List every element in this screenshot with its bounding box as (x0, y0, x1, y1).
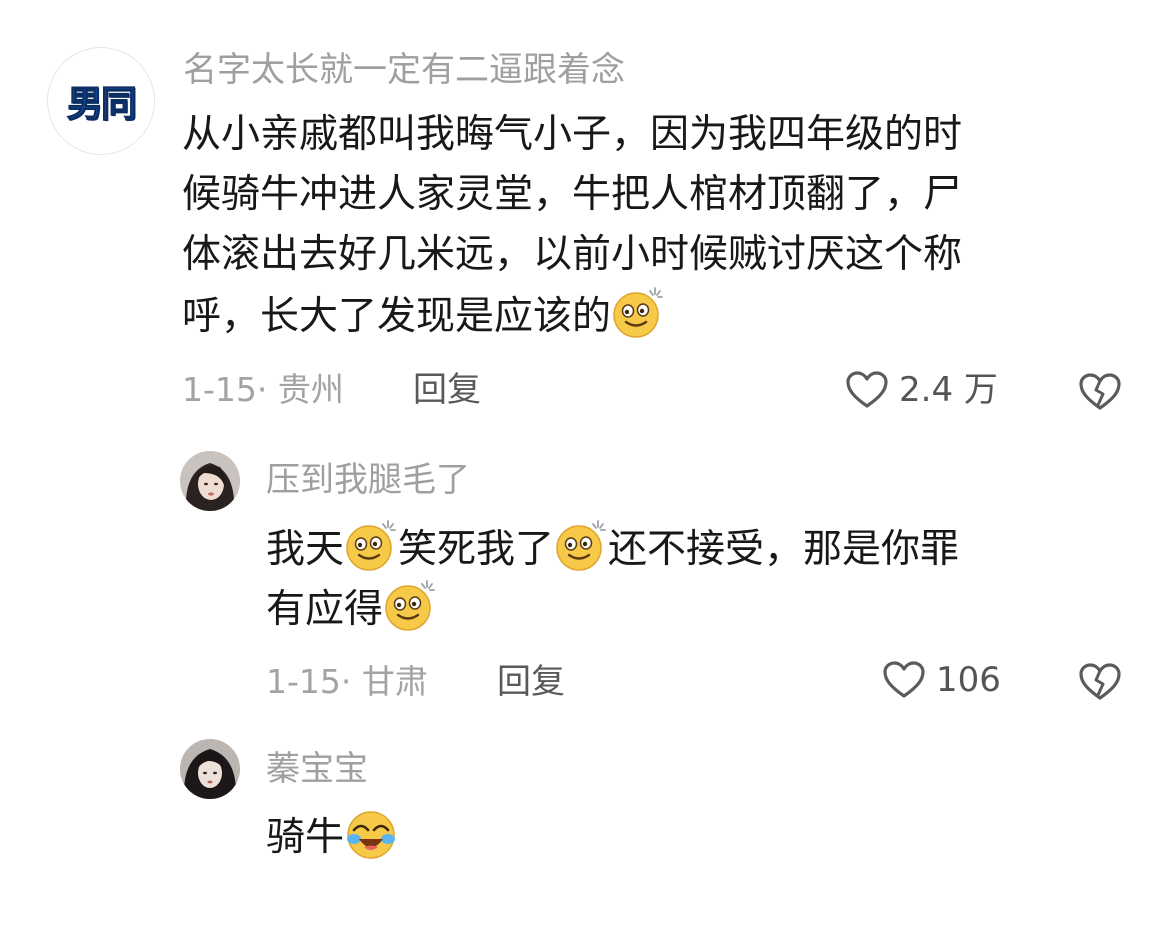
dizzy-smile-emoji (554, 518, 608, 572)
comment-username[interactable]: 名字太长就一定有二逼跟着念 (183, 53, 625, 87)
reply-2-avatar[interactable] (180, 739, 240, 799)
like-count: 2.4 万 (899, 370, 998, 410)
reply-1-like-count: 106 (936, 660, 1001, 700)
avatar-text: 男同 (66, 83, 137, 125)
comment-line-1: 从小亲戚都叫我晦气小子，因为我四年级的时 (182, 112, 963, 157)
comment-line-4: 呼，长大了发现是应该的 (182, 285, 962, 345)
laugh-cry-emoji (344, 806, 398, 860)
reply-1-text-c: 还不接受，那是你罪 (608, 527, 960, 572)
avatar-main[interactable]: 男同 (47, 47, 155, 155)
reply-button[interactable]: 回复 (413, 373, 481, 407)
broken-heart-icon (1078, 662, 1122, 702)
reply-1-text-a: 我天 (266, 527, 345, 572)
heart-outline-icon (882, 660, 926, 700)
reply-1-like-button[interactable]: 106 (882, 660, 1001, 700)
comment-body: 从小亲戚都叫我晦气小子，因为我四年级的时 候骑牛冲进人家灵堂，牛把人棺材顶翻了，… (182, 105, 962, 345)
reply-1-text-b: 笑死我了 (398, 527, 555, 572)
reply-2-username[interactable]: 蓁宝宝 (266, 752, 368, 786)
reply-1-username[interactable]: 压到我腿毛了 (266, 463, 470, 497)
reply-1-avatar[interactable] (180, 451, 240, 511)
comment-line-2: 候骑牛冲进人家灵堂，牛把人棺材顶翻了，尸 (182, 172, 963, 217)
reply-1-reply-button[interactable]: 回复 (497, 665, 565, 699)
reply-1-line-2: 有应得 (266, 578, 959, 638)
dizzy-smile-emoji (611, 285, 665, 339)
comment-line-3: 体滚出去好几米远，以前小时候贼讨厌这个称 (182, 232, 963, 277)
like-button[interactable]: 2.4 万 (845, 370, 998, 410)
reply-2-body: 骑牛 (266, 806, 398, 866)
reply-2-text: 骑牛 (266, 815, 345, 860)
reply-1-line-1: 我天 笑死我了 还不接受，那是你罪 (266, 518, 959, 578)
reply-1-meta: 1-15· 甘肃 (266, 662, 428, 701)
broken-heart-icon (1078, 372, 1122, 412)
heart-outline-icon (845, 370, 889, 410)
dizzy-smile-emoji (344, 518, 398, 572)
comment-line-4-text: 呼，长大了发现是应该的 (182, 294, 612, 339)
dislike-button[interactable] (1078, 372, 1122, 416)
comment-meta: 1-15· 贵州 (182, 370, 344, 409)
reply-1-body: 我天 笑死我了 还不接受，那是你罪 有应得 (266, 518, 959, 638)
dizzy-smile-emoji (383, 578, 437, 632)
reply-1-dislike-button[interactable] (1078, 662, 1122, 706)
reply-2-line-1: 骑牛 (266, 806, 398, 866)
reply-1-text-d: 有应得 (266, 587, 384, 632)
